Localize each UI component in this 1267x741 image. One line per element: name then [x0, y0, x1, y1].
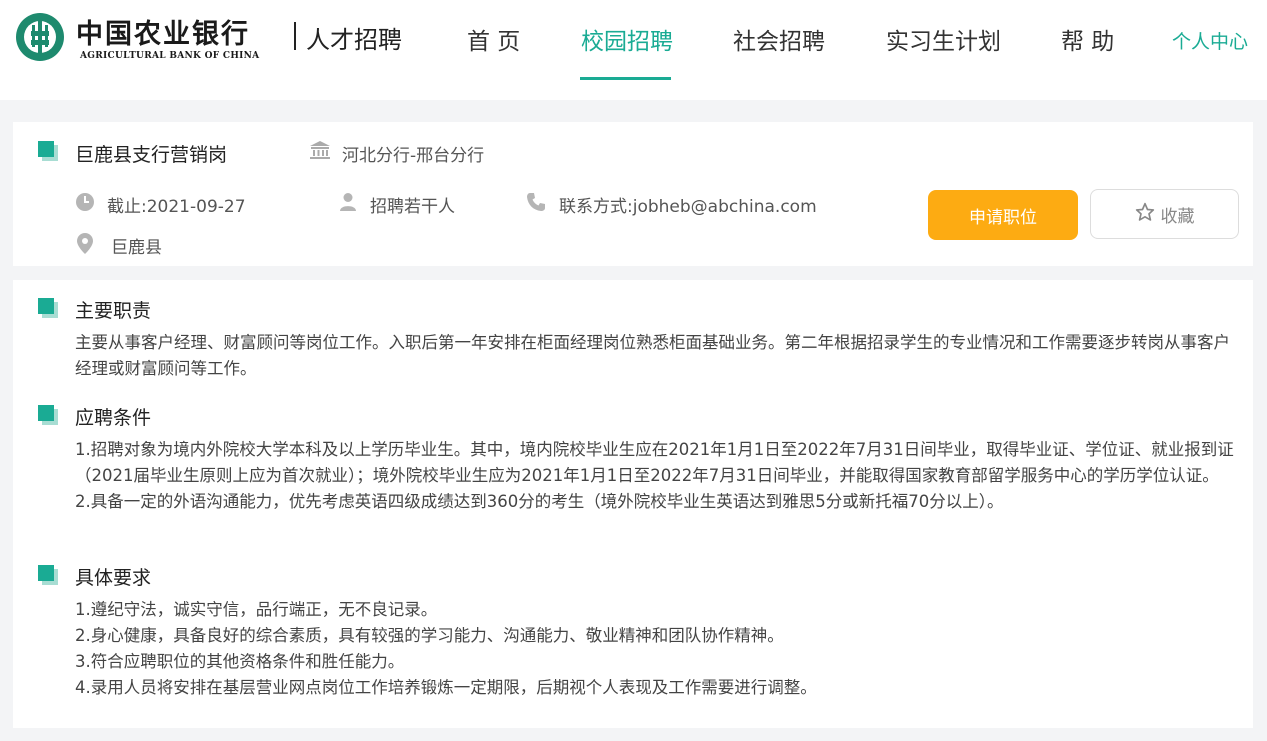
section-title-requirements: 应聘条件 — [75, 407, 152, 429]
section-marker — [38, 405, 54, 421]
requirement-line: 1.招聘对象为境内外院校大学本科及以上学历毕业生。其中，境内院校毕业生应在202… — [75, 440, 1234, 485]
job-branch: 河北分行-邢台分行 — [342, 146, 485, 166]
star-icon — [1135, 202, 1155, 227]
section-title-specific: 具体要求 — [75, 567, 152, 589]
job-summary-card: 巨鹿县支行营销岗 河北分行-邢台分行 截止:2021-09-27 招聘若干人 联 — [13, 122, 1253, 266]
section-body-duties: 主要从事客户经理、财富顾问等岗位工作。入职后第一年安排在柜面经理岗位熟悉柜面基础… — [75, 330, 1235, 382]
logo-subtitle: 人才招聘 — [306, 26, 402, 54]
specific-line: 2.身心健康，具备良好的综合素质，具有较强的学习能力、沟通能力、敬业精神和团队协… — [75, 626, 784, 645]
requirement-line: 2.具备一定的外语沟通能力，优先考虑英语四级成绩达到360分的考生（境外院校毕业… — [75, 492, 1004, 511]
apply-button[interactable]: 申请职位 — [928, 190, 1078, 240]
logo-divider — [294, 22, 296, 50]
section-marker — [38, 298, 54, 314]
nav-active-underline — [580, 77, 671, 80]
clock-icon — [75, 192, 95, 216]
specific-line: 3.符合应聘职位的其他资格条件和胜任能力。 — [75, 652, 405, 671]
nav-help[interactable]: 帮 助 — [1061, 22, 1114, 56]
duty-line: 主要从事客户经理、财富顾问等岗位工作。入职后第一年安排在柜面经理岗位熟悉柜面基础… — [75, 333, 1230, 378]
nav-internship-plan[interactable]: 实习生计划 — [886, 22, 1001, 56]
job-location: 巨鹿县 — [111, 238, 162, 258]
specific-line: 4.录用人员将安排在基层营业网点岗位工作培养锻炼一定期限，后期视个人表现及工作需… — [75, 678, 817, 697]
nav-campus-recruitment[interactable]: 校园招聘 — [581, 22, 673, 56]
job-headcount: 招聘若干人 — [370, 197, 455, 217]
section-body-specific: 1.遵纪守法，诚实守信，品行端正，无不良记录。 2.身心健康，具备良好的综合素质… — [75, 597, 1235, 701]
site-header: 中国农业银行 AGRICULTURAL BANK OF CHINA 人才招聘 首… — [0, 0, 1267, 100]
section-body-requirements: 1.招聘对象为境内外院校大学本科及以上学历毕业生。其中，境内院校毕业生应在202… — [75, 437, 1235, 515]
job-detail-card: 主要职责 主要从事客户经理、财富顾问等岗位工作。入职后第一年安排在柜面经理岗位熟… — [13, 280, 1253, 728]
favorite-label: 收藏 — [1160, 206, 1195, 227]
phone-icon — [526, 192, 546, 216]
person-icon — [339, 192, 357, 216]
specific-line: 1.遵纪守法，诚实守信，品行端正，无不良记录。 — [75, 600, 438, 619]
job-deadline: 截止:2021-09-27 — [107, 197, 246, 217]
favorite-button[interactable]: 收藏 — [1090, 189, 1239, 239]
bank-building-icon — [309, 140, 331, 164]
nav-home[interactable]: 首 页 — [467, 22, 520, 56]
section-marker — [38, 565, 54, 581]
logo-english-name: AGRICULTURAL BANK OF CHINA — [80, 51, 260, 61]
nav-social-recruitment[interactable]: 社会招聘 — [733, 22, 825, 56]
logo-chinese-name: 中国农业银行 — [76, 19, 250, 50]
section-title-duties: 主要职责 — [75, 300, 152, 322]
job-contact: 联系方式:jobheb@abchina.com — [559, 197, 817, 217]
abc-logo-icon[interactable] — [16, 13, 64, 61]
title-marker — [38, 141, 54, 157]
nav-user-center[interactable]: 个人中心 — [1172, 27, 1248, 54]
location-pin-icon — [77, 233, 93, 258]
job-title: 巨鹿县支行营销岗 — [75, 144, 228, 166]
